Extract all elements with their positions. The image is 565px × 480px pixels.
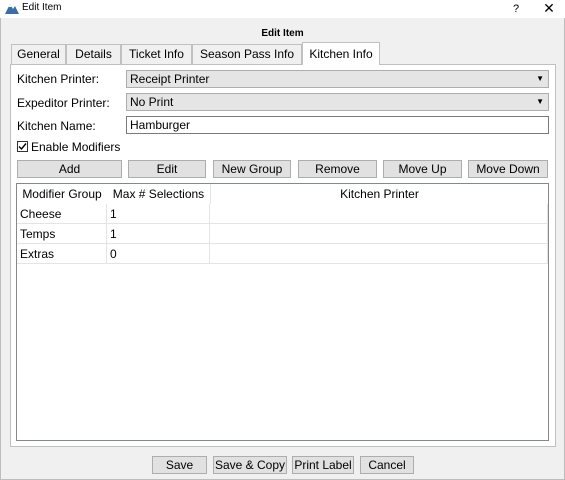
- new-group-button[interactable]: New Group: [213, 160, 291, 178]
- help-button[interactable]: ?: [508, 0, 524, 18]
- cancel-button[interactable]: Cancel: [360, 456, 414, 474]
- dropdown-arrow-icon: ▼: [536, 74, 544, 83]
- save-button[interactable]: Save: [152, 456, 207, 474]
- edit-button[interactable]: Edit: [128, 160, 206, 178]
- grid-header: Modifier Group Max # Selections Kitchen …: [17, 184, 548, 204]
- title-bar: Edit Item ? ✕: [0, 0, 565, 18]
- kitchen-name-input[interactable]: Hamburger: [126, 116, 549, 134]
- column-header-max-selections[interactable]: Max # Selections: [107, 184, 210, 204]
- save-and-copy-button[interactable]: Save & Copy: [213, 456, 287, 474]
- modifier-groups-grid[interactable]: Modifier Group Max # Selections Kitchen …: [16, 183, 549, 441]
- kitchen-printer-cell: [210, 244, 548, 264]
- modifier-group-cell: Cheese: [17, 204, 107, 224]
- max-selections-cell: 1: [107, 204, 210, 224]
- column-header-modifier-group[interactable]: Modifier Group: [17, 184, 107, 204]
- max-selections-cell: 1: [107, 224, 210, 244]
- remove-button[interactable]: Remove: [298, 160, 377, 178]
- dropdown-arrow-icon: ▼: [536, 97, 544, 106]
- table-row[interactable]: Extras 0: [17, 244, 548, 264]
- move-down-button[interactable]: Move Down: [468, 160, 548, 178]
- column-header-kitchen-printer[interactable]: Kitchen Printer: [210, 184, 548, 204]
- add-button[interactable]: Add: [17, 160, 122, 178]
- tab-season-pass-info[interactable]: Season Pass Info: [192, 44, 302, 64]
- expeditor-printer-select[interactable]: No Print ▼: [126, 93, 549, 111]
- tab-kitchen-info[interactable]: Kitchen Info: [302, 42, 380, 65]
- modifier-group-cell: Temps: [17, 224, 107, 244]
- window-title: Edit Item: [22, 2, 62, 13]
- kitchen-printer-cell: [210, 204, 548, 224]
- close-button[interactable]: ✕: [540, 0, 558, 18]
- enable-modifiers-label: Enable Modifiers: [31, 140, 121, 154]
- tab-general[interactable]: General: [11, 44, 66, 64]
- checkmark-icon: [18, 143, 27, 151]
- table-row[interactable]: Cheese 1: [17, 204, 548, 224]
- kitchen-printer-label: Kitchen Printer:: [17, 72, 100, 86]
- app-logo-icon: [5, 4, 19, 14]
- max-selections-cell: 0: [107, 244, 210, 264]
- modifier-group-cell: Extras: [17, 244, 107, 264]
- expeditor-printer-label: Expeditor Printer:: [17, 96, 110, 110]
- enable-modifiers-checkbox[interactable]: [17, 141, 28, 152]
- table-row[interactable]: Temps 1: [17, 224, 548, 244]
- kitchen-printer-select[interactable]: Receipt Printer ▼: [126, 70, 549, 88]
- print-label-button[interactable]: Print Label: [292, 456, 354, 474]
- kitchen-printer-value: Receipt Printer: [130, 72, 210, 86]
- tab-ticket-info[interactable]: Ticket Info: [121, 44, 192, 64]
- move-up-button[interactable]: Move Up: [383, 160, 462, 178]
- kitchen-name-label: Kitchen Name:: [17, 119, 96, 133]
- tab-details[interactable]: Details: [66, 44, 121, 64]
- expeditor-printer-value: No Print: [130, 95, 174, 109]
- kitchen-printer-cell: [210, 224, 548, 244]
- dialog-header-title: Edit Item: [261, 28, 304, 39]
